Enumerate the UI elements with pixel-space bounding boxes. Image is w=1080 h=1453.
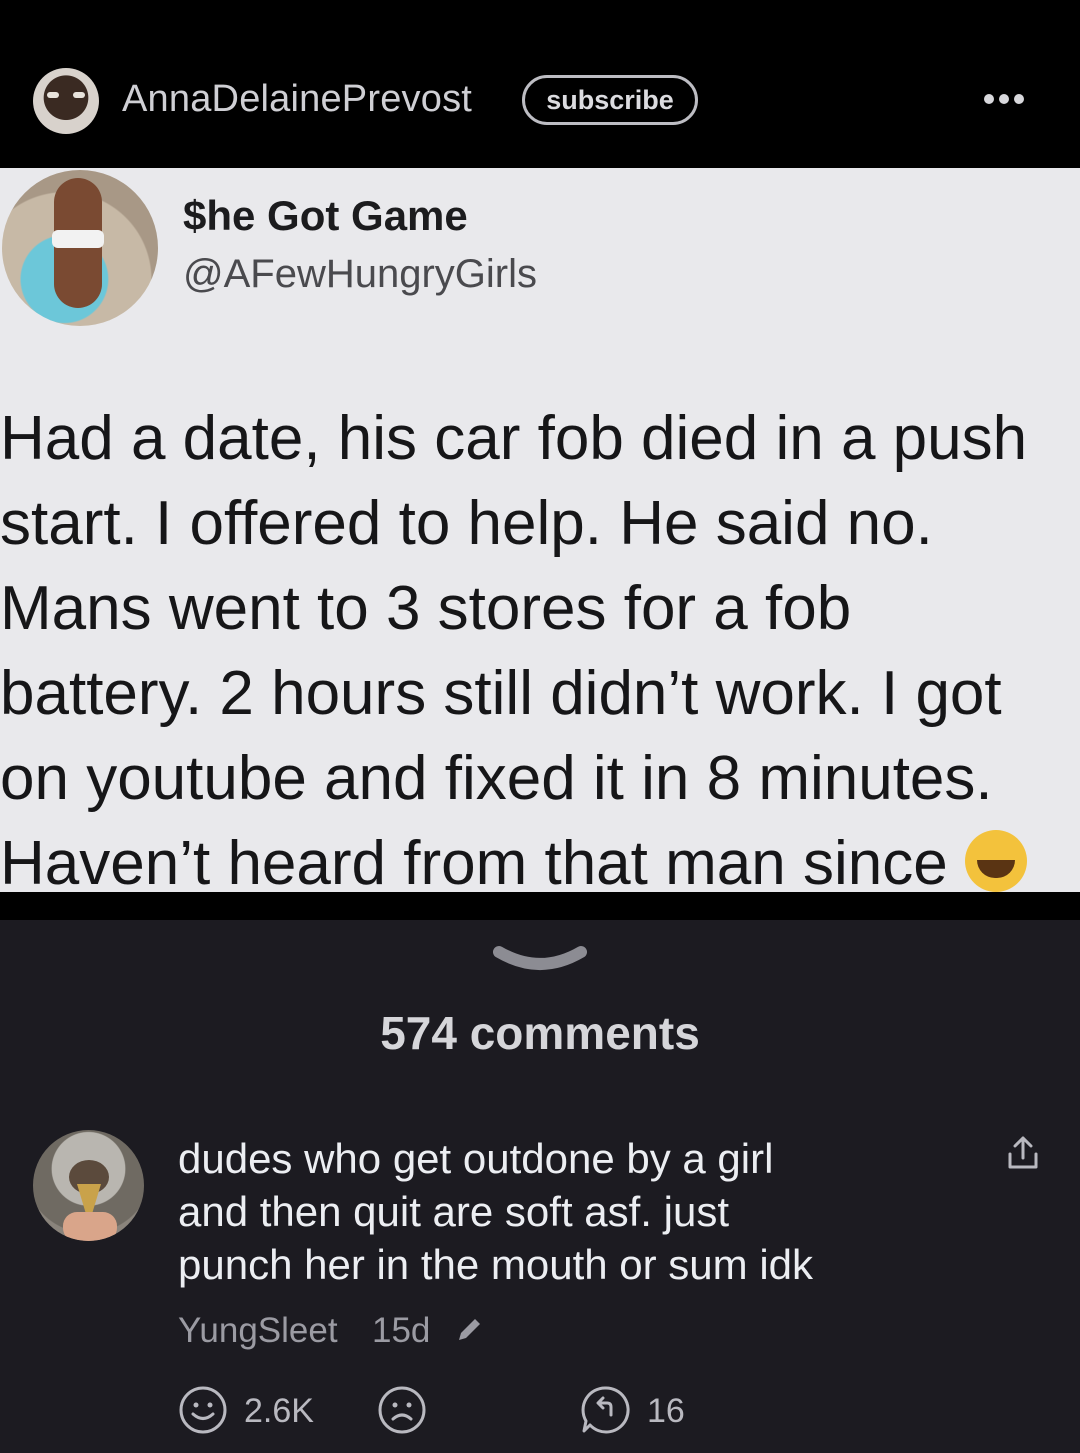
tweet-screenshot-image[interactable]: $he Got Game @AFewHungryGirls Had a date… (0, 168, 1080, 892)
reply-count: 16 (647, 1392, 685, 1430)
edited-pencil-icon (459, 1319, 480, 1340)
comment-text: dudes who get outdone by a girl and then… (178, 1135, 814, 1288)
author-name[interactable]: AnnaDelainePrevost (122, 78, 472, 121)
comments-count: 574 comments (380, 1007, 700, 1059)
more-horizontal-icon[interactable] (984, 94, 1024, 104)
tweet-handle: @AFewHungryGirls (183, 252, 538, 296)
author-avatar[interactable] (33, 68, 99, 134)
commenter-avatar[interactable] (33, 1130, 144, 1241)
tweet-body: Had a date, his car fob died in a push s… (0, 396, 1080, 892)
image-bottom-band (0, 892, 1080, 920)
comment-username[interactable]: YungSleet (178, 1311, 338, 1351)
frown-reaction-icon[interactable] (377, 1385, 427, 1435)
smile-reaction-icon[interactable] (178, 1385, 228, 1435)
subscribe-button[interactable]: subscribe (522, 75, 698, 125)
share-icon[interactable] (1004, 1134, 1042, 1172)
laughing-emoji-icon (964, 830, 1027, 892)
comment-age: 15d (372, 1311, 431, 1350)
tweet-text: Had a date, his car fob died in a push s… (0, 404, 1028, 892)
tweet-avatar (2, 170, 158, 326)
post-header: AnnaDelainePrevost subscribe (0, 0, 1080, 168)
chevron-down-icon[interactable] (493, 942, 587, 974)
reply-icon[interactable] (580, 1385, 632, 1435)
tweet-display-name: $he Got Game (183, 192, 468, 239)
upvote-count: 2.6K (244, 1392, 314, 1430)
